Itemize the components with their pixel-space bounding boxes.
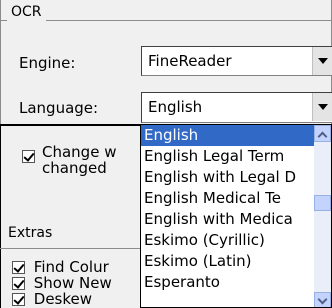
extras-title: Extras <box>8 225 53 241</box>
language-option[interactable]: English Medical Te <box>141 188 315 209</box>
chevron-up-icon <box>317 131 328 142</box>
ocr-group-title: OCR <box>7 2 46 22</box>
options-frame-left <box>0 124 1 308</box>
find-columns-checkbox[interactable] <box>12 261 25 274</box>
language-option[interactable]: Esperanto <box>141 272 315 293</box>
engine-value: FineReader <box>148 52 232 70</box>
show-new-checkbox[interactable] <box>12 277 25 290</box>
options-frame-top <box>0 124 140 126</box>
language-option[interactable]: Eskimo (Cyrillic) <box>141 230 315 251</box>
language-option[interactable]: Eskimo (Latin) <box>141 251 315 272</box>
language-combobox[interactable]: English <box>141 92 332 123</box>
deskew-label: Deskew <box>33 290 93 308</box>
extras-item-deskew[interactable]: Deskew <box>12 290 92 308</box>
language-option[interactable]: English with Medica <box>141 209 315 230</box>
change-checkbox[interactable] <box>22 150 35 163</box>
engine-dropdown-button[interactable] <box>312 47 332 75</box>
language-options: English English Legal Term English with … <box>141 125 315 293</box>
language-label: Language: <box>19 99 99 117</box>
dropdown-scrollbar[interactable] <box>314 125 331 307</box>
language-option[interactable]: English <box>141 125 315 146</box>
scroll-up-button[interactable] <box>314 125 331 142</box>
engine-combobox[interactable]: FineReader <box>141 46 332 76</box>
language-dropdown-button[interactable] <box>312 93 332 121</box>
scroll-down-button[interactable] <box>314 292 331 307</box>
scrollbar-thumb[interactable] <box>314 195 331 211</box>
language-option[interactable]: English with Legal D <box>141 167 315 188</box>
language-option[interactable]: English Legal Term <box>141 146 315 167</box>
change-label-line1: Change w <box>42 143 117 161</box>
extras-divider <box>0 248 140 249</box>
dropdown-arrow-icon <box>318 58 328 64</box>
change-label-line2: changed <box>42 159 107 177</box>
engine-label: Engine: <box>19 54 76 72</box>
ocr-group: OCR Engine: FineReader Language: English <box>0 0 332 126</box>
language-value: English <box>148 98 203 116</box>
deskew-checkbox[interactable] <box>12 293 25 306</box>
dropdown-arrow-icon <box>318 104 328 110</box>
language-dropdown-list[interactable]: English English Legal Term English with … <box>140 124 332 308</box>
ocr-group-border <box>1 20 331 21</box>
chevron-down-icon <box>317 294 328 305</box>
